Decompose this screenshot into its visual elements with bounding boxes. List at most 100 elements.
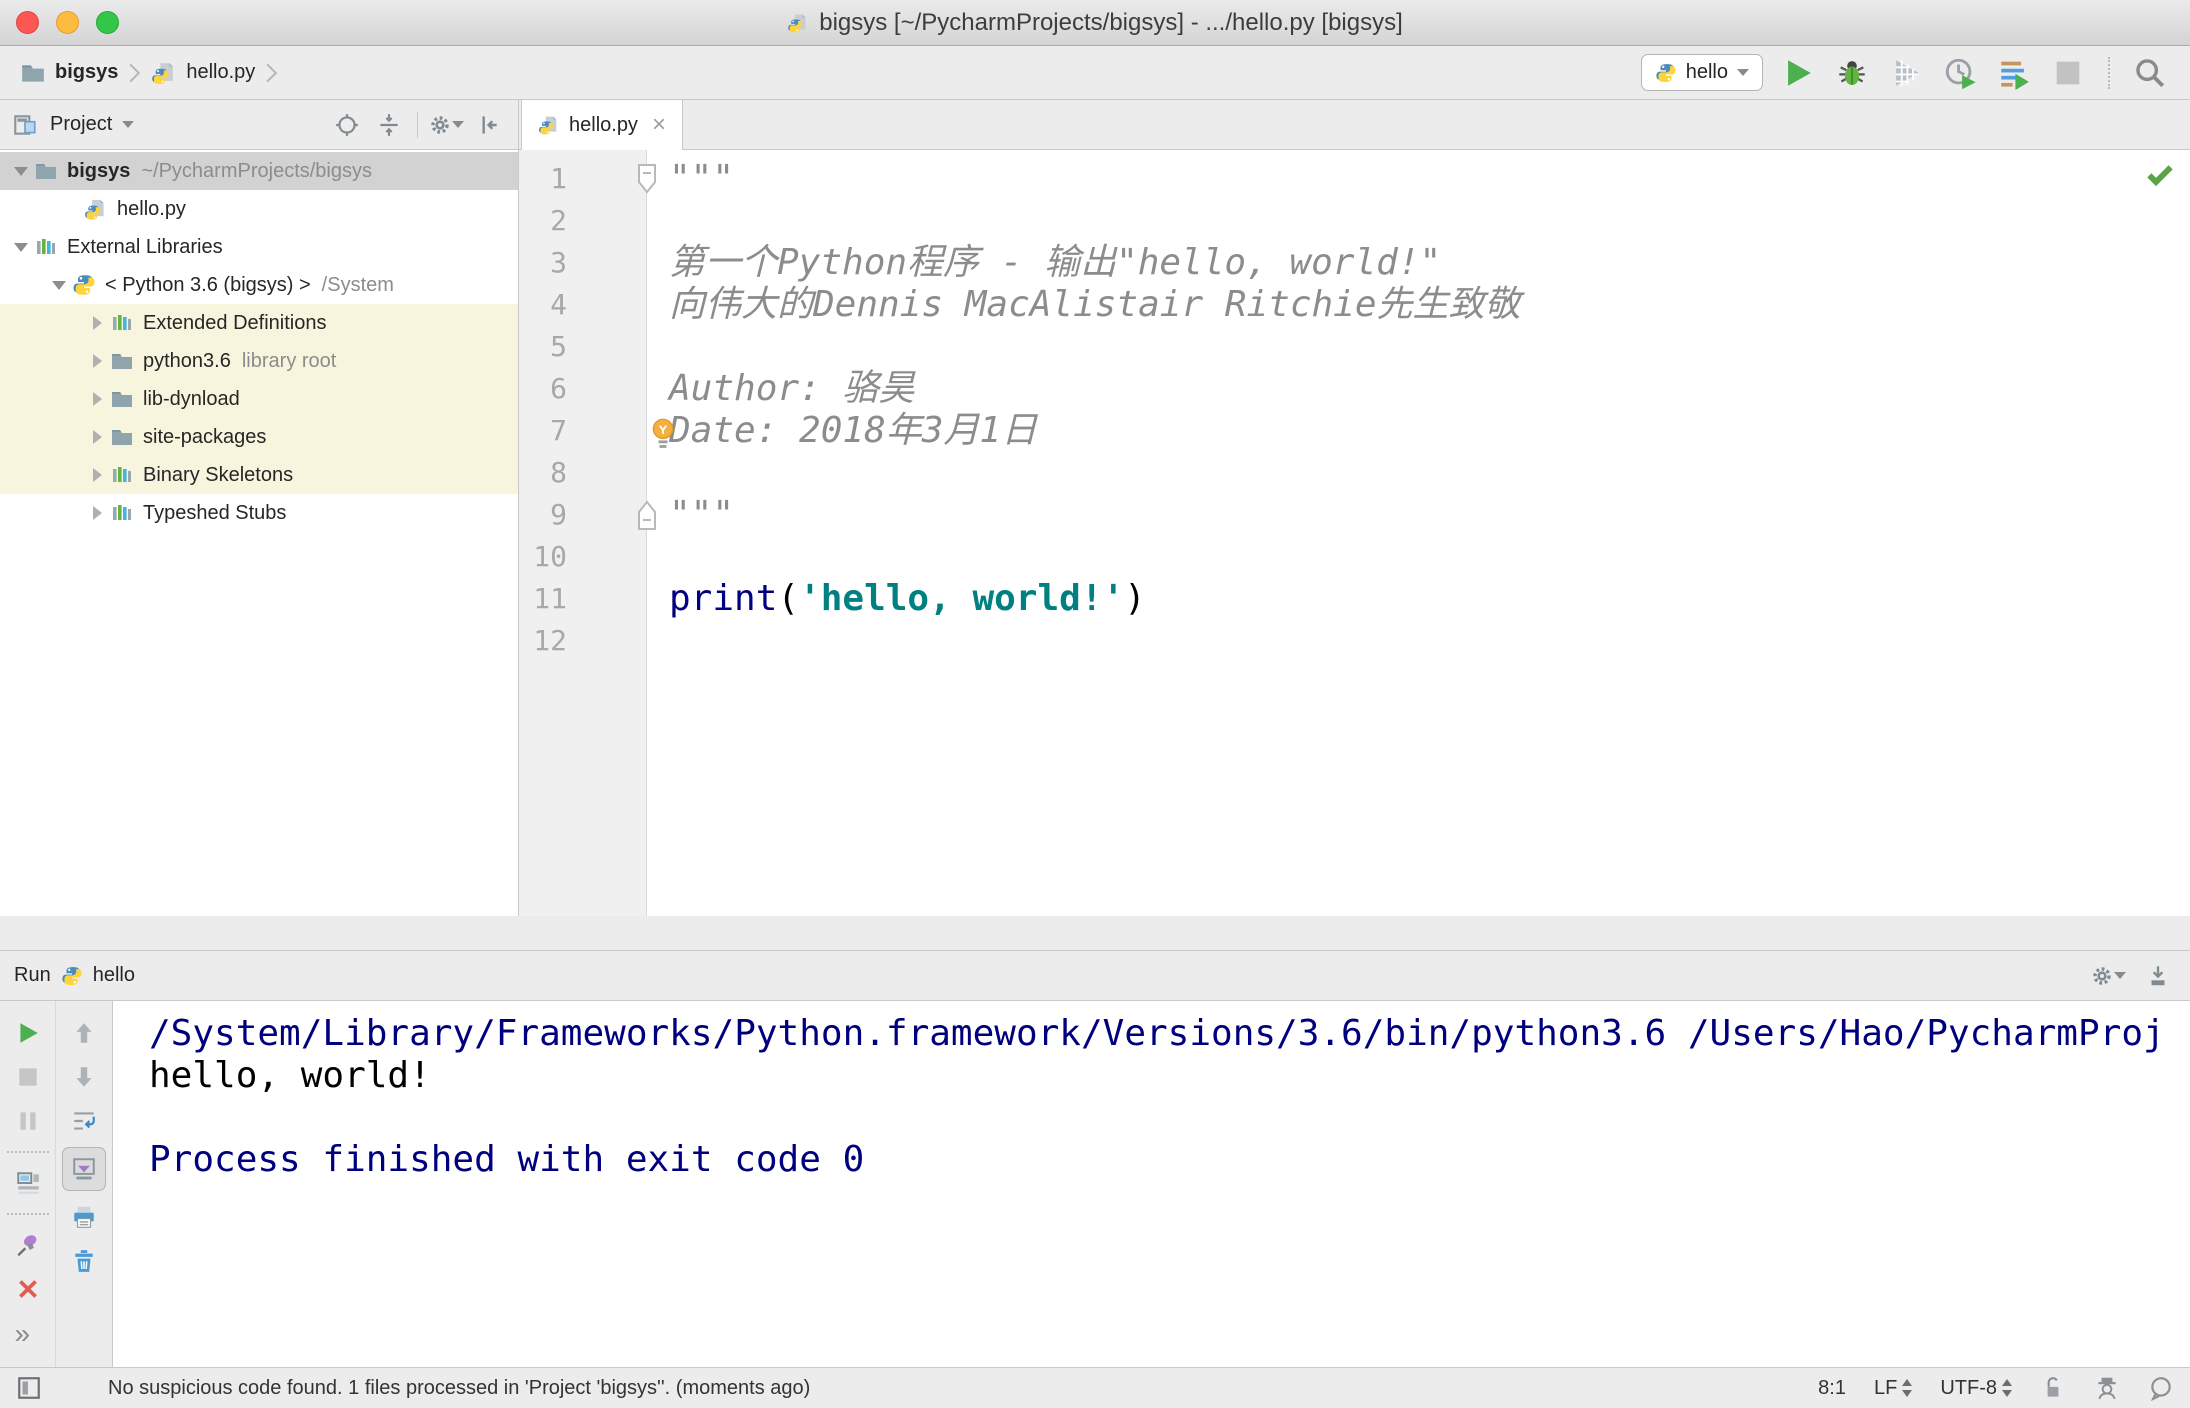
tree-item-site-packages[interactable]: site-packages [0, 418, 518, 456]
scroll-to-end-button[interactable] [62, 1147, 106, 1191]
stop-button[interactable] [2048, 53, 2088, 93]
code-editor[interactable]: 1 """ 2 3 第一个Python程序 - 输出"hello, world!" 4 向伟… [519, 150, 2190, 916]
tree-item-suffix: library root [241, 349, 337, 372]
encoding-widget[interactable]: UTF-8 [1940, 1374, 2012, 1402]
event-log-icon[interactable] [2148, 1375, 2174, 1401]
soft-wrap-button[interactable] [66, 1103, 102, 1139]
code-segment: ( [777, 578, 800, 619]
code-segment: Author: 骆昊 [669, 368, 915, 409]
editor-bottom-strip [0, 916, 2190, 951]
locate-file-button[interactable] [329, 107, 365, 143]
settings-button[interactable] [2090, 958, 2126, 994]
expand-arrow-icon[interactable] [84, 494, 110, 532]
fold-marker-icon[interactable] [636, 499, 658, 531]
updown-icon [2002, 1374, 2012, 1402]
traffic-lights [16, 11, 119, 34]
line-separator-widget[interactable]: LF [1874, 1374, 1913, 1402]
clear-all-button[interactable] [66, 1243, 102, 1279]
run-configuration-selector[interactable]: hello [1640, 54, 1763, 91]
print-button[interactable] [66, 1199, 102, 1235]
rerun-button[interactable] [10, 1015, 46, 1051]
minimize-window-button[interactable] [56, 11, 79, 34]
run-button[interactable] [1778, 53, 1818, 93]
project-panel-title[interactable]: Project [50, 113, 112, 136]
breadcrumb-item-hello-py[interactable]: hello.py [151, 60, 255, 86]
breadcrumb-item-bigsys[interactable]: bigsys [20, 60, 118, 86]
run-toolbar-col1: » [0, 1001, 56, 1367]
collapse-arrow-icon[interactable] [46, 266, 72, 304]
editor-line-10[interactable]: 10 [519, 536, 2190, 578]
highlighting-level-icon[interactable] [2094, 1375, 2120, 1401]
tree-item-Typeshed-Stubs[interactable]: Typeshed Stubs [0, 494, 518, 532]
tree-item-hello.py[interactable]: hello.py [0, 190, 518, 228]
editor-line-1[interactable]: 1 """ [519, 158, 2190, 200]
debug-button[interactable] [1832, 53, 1872, 93]
expand-arrow-icon[interactable] [84, 304, 110, 342]
close-tab-icon[interactable]: × [652, 113, 666, 137]
run-with-coverage-button[interactable] [1886, 53, 1926, 93]
tree-item-lib-dynload[interactable]: lib-dynload [0, 380, 518, 418]
intention-bulb-icon[interactable] [647, 416, 679, 452]
close-window-button[interactable] [16, 11, 39, 34]
collapse-arrow-icon[interactable] [8, 152, 34, 190]
pause-output-button[interactable] [10, 1103, 46, 1139]
concurrency-diagram-button[interactable] [1994, 53, 2034, 93]
run-console[interactable]: /System/Library/Frameworks/Python.framew… [113, 1001, 2190, 1367]
code-segment: print [669, 578, 778, 619]
profiler-icon [1943, 56, 1977, 90]
search-icon [2133, 56, 2167, 90]
collapse-all-button[interactable] [371, 107, 407, 143]
editor-line-4[interactable]: 4 向伟大的Dennis MacAlistair Ritchie先生致敬 [519, 284, 2190, 326]
status-message[interactable]: No suspicious code found. 1 files proces… [108, 1377, 810, 1400]
expand-arrow-icon[interactable] [84, 418, 110, 456]
toolwindow-toggle-icon[interactable] [16, 1375, 42, 1401]
hide-panel-button[interactable] [470, 107, 506, 143]
editor-line-8[interactable]: 8 [519, 452, 2190, 494]
more-button[interactable]: » [10, 1315, 46, 1351]
run-panel-title: Run [14, 964, 51, 986]
stop-button[interactable] [10, 1059, 46, 1095]
lock-icon[interactable] [2040, 1375, 2066, 1401]
fold-marker-icon[interactable] [636, 163, 658, 195]
collapse-arrow-icon[interactable] [8, 228, 34, 266]
close-button[interactable] [10, 1271, 46, 1307]
editor-line-7[interactable]: 7 Date: 2018年3月1日 [519, 410, 2190, 452]
editor-line-9[interactable]: 9 """ [519, 494, 2190, 536]
chevron-down-icon[interactable] [122, 121, 135, 134]
code-segment: """ [669, 494, 735, 535]
dock-button[interactable] [2140, 958, 2176, 994]
tree-item-suffix: /System [321, 273, 394, 296]
profiler-button[interactable] [1940, 53, 1980, 93]
editor-line-5[interactable]: 5 [519, 326, 2190, 368]
editor-line-3[interactable]: 3 第一个Python程序 - 输出"hello, world!" [519, 242, 2190, 284]
tab-label: hello.py [569, 113, 638, 136]
tab-hello-py[interactable]: hello.py × [521, 100, 683, 150]
zoom-window-button[interactable] [96, 11, 119, 34]
up-stacktrace-button[interactable] [66, 1015, 102, 1051]
search-everywhere-button[interactable] [2130, 53, 2170, 93]
pin-tab-button[interactable] [10, 1227, 46, 1263]
editor-line-6[interactable]: 6 Author: 骆昊 [519, 368, 2190, 410]
tree-item-External-Libraries[interactable]: External Libraries [0, 228, 518, 266]
tree-item-Extended-Definitions[interactable]: Extended Definitions [0, 304, 518, 342]
tree-item-Binary-Skeletons[interactable]: Binary Skeletons [0, 456, 518, 494]
line-number: 7 [550, 414, 567, 447]
caret-position[interactable]: 8:1 [1818, 1377, 1846, 1400]
tree-item--Python-3.6-bigsys-[interactable]: < Python 3.6 (bigsys) > /System [0, 266, 518, 304]
down-stacktrace-button[interactable] [66, 1059, 102, 1095]
expand-arrow-icon[interactable] [84, 342, 110, 380]
run-panel-config-name[interactable]: hello [93, 964, 135, 987]
expand-arrow-icon[interactable] [84, 380, 110, 418]
restore-layout-button[interactable] [10, 1165, 46, 1201]
settings-button[interactable] [428, 107, 464, 143]
inspection-ok-icon[interactable] [2144, 158, 2176, 190]
editor-line-12[interactable]: 12 [519, 620, 2190, 662]
coverage-icon [1889, 56, 1923, 90]
editor-line-11[interactable]: 11 print('hello, world!') [519, 578, 2190, 620]
code-segment: 向伟大的Dennis MacAlistair Ritchie先生致敬 [669, 284, 1521, 325]
tree-item-python3.6[interactable]: python3.6 library root [0, 342, 518, 380]
editor-line-2[interactable]: 2 [519, 200, 2190, 242]
folder-icon [20, 60, 46, 86]
expand-arrow-icon[interactable] [84, 456, 110, 494]
tree-item-bigsys[interactable]: bigsys ~/PycharmProjects/bigsys [0, 152, 518, 190]
